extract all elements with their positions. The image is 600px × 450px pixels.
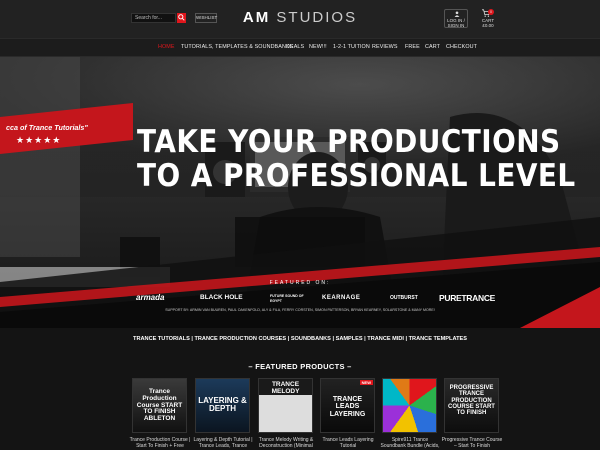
product-cover-title: TRANCE MELODY (271, 381, 300, 395)
logo-kearnage: KEARNAGE (322, 295, 361, 301)
hero-quote: cca of Trance Tutorials" (6, 123, 88, 132)
product-card[interactable]: TRANCE MELODY Trance Melody Writing & De… (258, 378, 313, 449)
cart-button[interactable]: 0 CART £0.00 (478, 9, 498, 29)
hero-headline-1: TAKE YOUR PRODUCTIONS (137, 124, 561, 160)
product-image[interactable]: Trance Production Course START TO FINISH… (132, 378, 187, 433)
featured-on-label: FEATURED ON: (269, 280, 331, 286)
nav-deals[interactable]: DEALS (286, 39, 304, 56)
login-button[interactable]: LOG IN / SIGN IN (444, 9, 468, 28)
main-nav: HOME TUTORIALS, TEMPLATES & SOUNDBANKS D… (0, 38, 600, 57)
hero-headline-2: TO A PROFESSIONAL LEVEL (137, 158, 576, 194)
product-name[interactable]: Trance Production Course | Start To Fini… (129, 437, 191, 449)
product-cover-title: LAYERING & DEPTH (198, 396, 247, 414)
logo-fsoe: FUTURE SOUND OF EGYPT (270, 294, 304, 303)
product-image[interactable] (382, 378, 437, 433)
logo-studios: STUDIOS (276, 9, 358, 26)
logo-am: AM (242, 9, 271, 26)
nav-tutorials[interactable]: TUTORIALS, TEMPLATES & SOUNDBANKS (181, 39, 293, 56)
user-icon (454, 11, 460, 17)
nav-tuition[interactable]: 1-2-1 TUITION (333, 39, 370, 56)
logo-armada: armada (136, 293, 165, 302)
nav-free[interactable]: FREE (405, 39, 420, 56)
logo-black-hole: BLACK HOLE (200, 294, 243, 301)
site-logo[interactable]: AM STUDIOS (0, 9, 600, 26)
product-image[interactable]: PROGRESSIVE TRANCE PRODUCTION COURSE STA… (444, 378, 499, 433)
new-badge: NEW (359, 380, 373, 385)
product-name[interactable]: Trance Leads Layering Tutorial (317, 437, 379, 449)
support-text: SUPPORT BY: ARMIN VAN BUUREN, PAUL OAKEN… (165, 308, 435, 312)
nav-cart[interactable]: CART (425, 39, 440, 56)
featured-products-title: – FEATURED PRODUCTS – (248, 362, 352, 371)
cart-total: £0.00 (482, 23, 494, 28)
cart-count-badge: 0 (488, 9, 494, 15)
nav-home[interactable]: HOME (158, 39, 175, 56)
product-card[interactable]: Trance Production Course START TO FINISH… (130, 378, 190, 449)
logo-outburst: OUTBURST (390, 295, 418, 301)
product-image[interactable]: LAYERING & DEPTH (195, 378, 250, 433)
product-image[interactable]: TRANCE MELODY (258, 378, 313, 433)
product-image[interactable]: NEW TRANCE LEADS LAYERING (320, 378, 375, 433)
product-name[interactable]: Progressive Trance Course – Start To Fin… (441, 437, 503, 449)
product-card[interactable]: NEW TRANCE LEADS LAYERING Trance Leads L… (320, 378, 375, 449)
rating-stars: ★★★★★ (16, 135, 62, 145)
hero-banner[interactable]: cca of Trance Tutorials" ★★★★★ TAKE YOUR… (0, 57, 600, 328)
product-card[interactable]: LAYERING & DEPTH Layering & Depth Tutori… (193, 378, 253, 449)
nav-checkout[interactable]: CHECKOUT (446, 39, 477, 56)
partner-logos: armada BLACK HOLE FUTURE SOUND OF EGYPT … (136, 289, 496, 307)
product-card[interactable]: PROGRESSIVE TRANCE PRODUCTION COURSE STA… (442, 378, 502, 449)
logo-puretrance: PURETRANCE (439, 293, 496, 303)
login-line2: SIGN IN (447, 23, 465, 28)
product-name[interactable]: Trance Melody Writing & Deconstruction (… (255, 437, 317, 449)
product-card[interactable]: Spire911 Trance Soundbank Bundle (Acids, (381, 378, 439, 449)
top-header: Search for... WISHLIST AM STUDIOS LOG IN… (0, 0, 600, 38)
product-cover-title: Trance Production Course START TO FINISH… (136, 388, 183, 423)
product-name[interactable]: Layering & Depth Tutorial | Trance Leads… (192, 437, 254, 449)
nav-new[interactable]: NEW!!! (309, 39, 327, 56)
nav-reviews[interactable]: REVIEWS (372, 39, 398, 56)
product-cover-title: TRANCE LEADS LAYERING (329, 396, 366, 418)
product-name[interactable]: Spire911 Trance Soundbank Bundle (Acids, (379, 437, 441, 449)
category-links[interactable]: TRANCE TUTORIALS | TRANCE PRODUCTION COU… (0, 336, 600, 342)
product-cover-title: PROGRESSIVE TRANCE PRODUCTION COURSE STA… (448, 385, 495, 417)
